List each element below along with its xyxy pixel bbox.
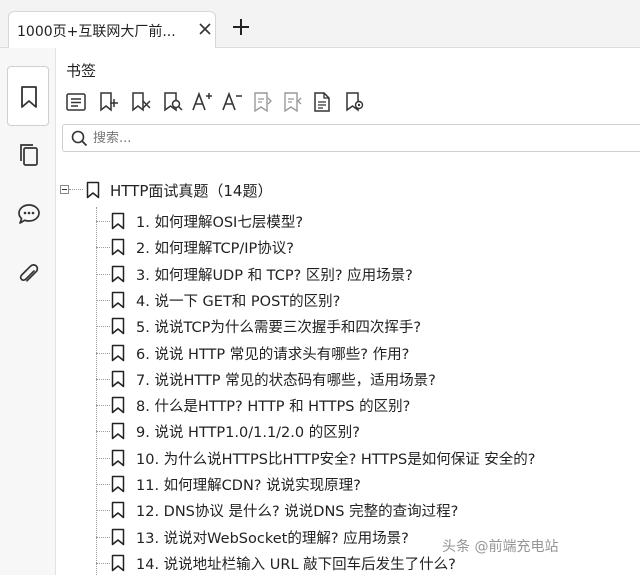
bookmark-icon: [111, 370, 125, 388]
tree-item-label: 9. 说说 HTTP1.0/1.1/2.0 的区别?: [136, 425, 360, 442]
bookmark-search[interactable]: [62, 124, 640, 152]
add-bookmark-icon[interactable]: [96, 90, 120, 114]
promote-icon[interactable]: [250, 90, 274, 114]
tree-item-label: 5. 说说TCP为什么需要三次握手和四次挥手?: [136, 320, 422, 337]
bookmark-icon: [111, 449, 125, 466]
decrease-font-icon[interactable]: [220, 90, 244, 114]
tab-bar: 1000页+互联网大厂前...: [0, 0, 640, 48]
bookmark-icon: [111, 212, 125, 230]
close-icon[interactable]: [197, 21, 213, 37]
tree-item[interactable]: 3. 如何理解UDP 和 TCP? 区别? 应用场景?: [96, 261, 636, 287]
tree-item-label: 14. 说说地址栏输入 URL 敲下回车后发生了什么?: [136, 556, 456, 573]
search-input[interactable]: [93, 128, 633, 148]
bookmark-icon: [111, 502, 125, 519]
find-bookmark-icon[interactable]: [160, 90, 184, 114]
tree-item[interactable]: 12. DNS协议 是什么? 说说DNS 完整的查询过程?: [96, 497, 636, 523]
bookmark-icon: [86, 181, 100, 199]
tree-item-label: 2. 如何理解TCP/IP协议?: [136, 241, 294, 258]
pages-icon[interactable]: [16, 142, 42, 168]
new-tab-icon[interactable]: [232, 18, 250, 36]
demote-icon[interactable]: [280, 90, 304, 114]
tree-item[interactable]: 10. 为什么说HTTPS比HTTP安全? HTTPS是如何保证 安全的?: [96, 445, 636, 471]
search-icon: [71, 130, 88, 147]
bookmark-icon: [111, 528, 125, 545]
bookmark-icon: [111, 317, 125, 335]
tree-item-label: 3. 如何理解UDP 和 TCP? 区别? 应用场景?: [136, 267, 413, 284]
bookmark-properties-icon[interactable]: [310, 90, 334, 114]
tree-item[interactable]: 9. 说说 HTTP1.0/1.1/2.0 的区别?: [96, 418, 636, 444]
delete-bookmark-icon[interactable]: [128, 90, 152, 114]
tree-item[interactable]: 7. 说说HTTP 常见的状态码有哪些，适用场景?: [96, 366, 636, 392]
bookmark-icon: [111, 291, 125, 309]
bookmark-icon: [111, 344, 125, 361]
bookmark-tree: HTTP面试真题（14题） 1. 如何理解OSI七层模型? 2. 如何理解TCP/…: [0, 172, 640, 575]
bookmark-icon: [111, 423, 125, 440]
tree-item[interactable]: 1. 如何理解OSI七层模型?: [96, 208, 636, 234]
tree-item-label: 10. 为什么说HTTPS比HTTP安全? HTTPS是如何保证 安全的?: [136, 451, 536, 468]
tree-item[interactable]: 11. 如何理解CDN? 说说实现原理?: [96, 471, 636, 497]
tree-root-label: HTTP面试真题（14题）: [110, 182, 273, 200]
bookmark-icon: [111, 396, 125, 414]
bookmark-icon: [111, 265, 125, 282]
tree-item-label: 13. 说说对WebSocket的理解? 应用场景?: [136, 530, 409, 547]
bookmark-icon: [111, 554, 125, 572]
tree-item[interactable]: 4. 说一下 GET和 POST的区别?: [96, 287, 636, 313]
bookmark-icon: [111, 239, 125, 256]
panel-title: 书签: [66, 62, 97, 80]
tree-item-label: 11. 如何理解CDN? 说说实现原理?: [136, 478, 361, 494]
tab-title: 1000页+互联网大厂前...: [17, 24, 176, 40]
tree-item-label: 8. 什么是HTTP? HTTP 和 HTTPS 的区别?: [136, 399, 411, 416]
tree-item-label: 4. 说一下 GET和 POST的区别?: [136, 293, 341, 310]
tree-item-label: 1. 如何理解OSI七层模型?: [136, 215, 304, 231]
document-tab[interactable]: 1000页+互联网大厂前...: [8, 11, 216, 48]
tree-root[interactable]: HTTP面试真题（14题）: [60, 177, 620, 205]
bookmark-icon[interactable]: [16, 84, 42, 110]
watermark: 头条 @前端充电站: [442, 539, 559, 555]
increase-font-icon[interactable]: [190, 90, 214, 114]
tree-item[interactable]: 8. 什么是HTTP? HTTP 和 HTTPS 的区别?: [96, 392, 636, 418]
tree-item-label: 7. 说说HTTP 常见的状态码有哪些，适用场景?: [136, 372, 436, 389]
tree-item[interactable]: 6. 说说 HTTP 常见的请求头有哪些? 作用?: [96, 340, 636, 366]
bookmark-icon: [111, 475, 125, 493]
tree-item[interactable]: 5. 说说TCP为什么需要三次握手和四次挥手?: [96, 313, 636, 339]
expand-all-icon[interactable]: [64, 90, 88, 114]
tree-item-label: 12. DNS协议 是什么? 说说DNS 完整的查询过程?: [136, 504, 459, 521]
bookmark-settings-icon[interactable]: [342, 90, 366, 114]
tree-item[interactable]: 2. 如何理解TCP/IP协议?: [96, 234, 636, 260]
tree-item-label: 6. 说说 HTTP 常见的请求头有哪些? 作用?: [136, 346, 410, 363]
collapse-toggle[interactable]: [60, 185, 69, 194]
